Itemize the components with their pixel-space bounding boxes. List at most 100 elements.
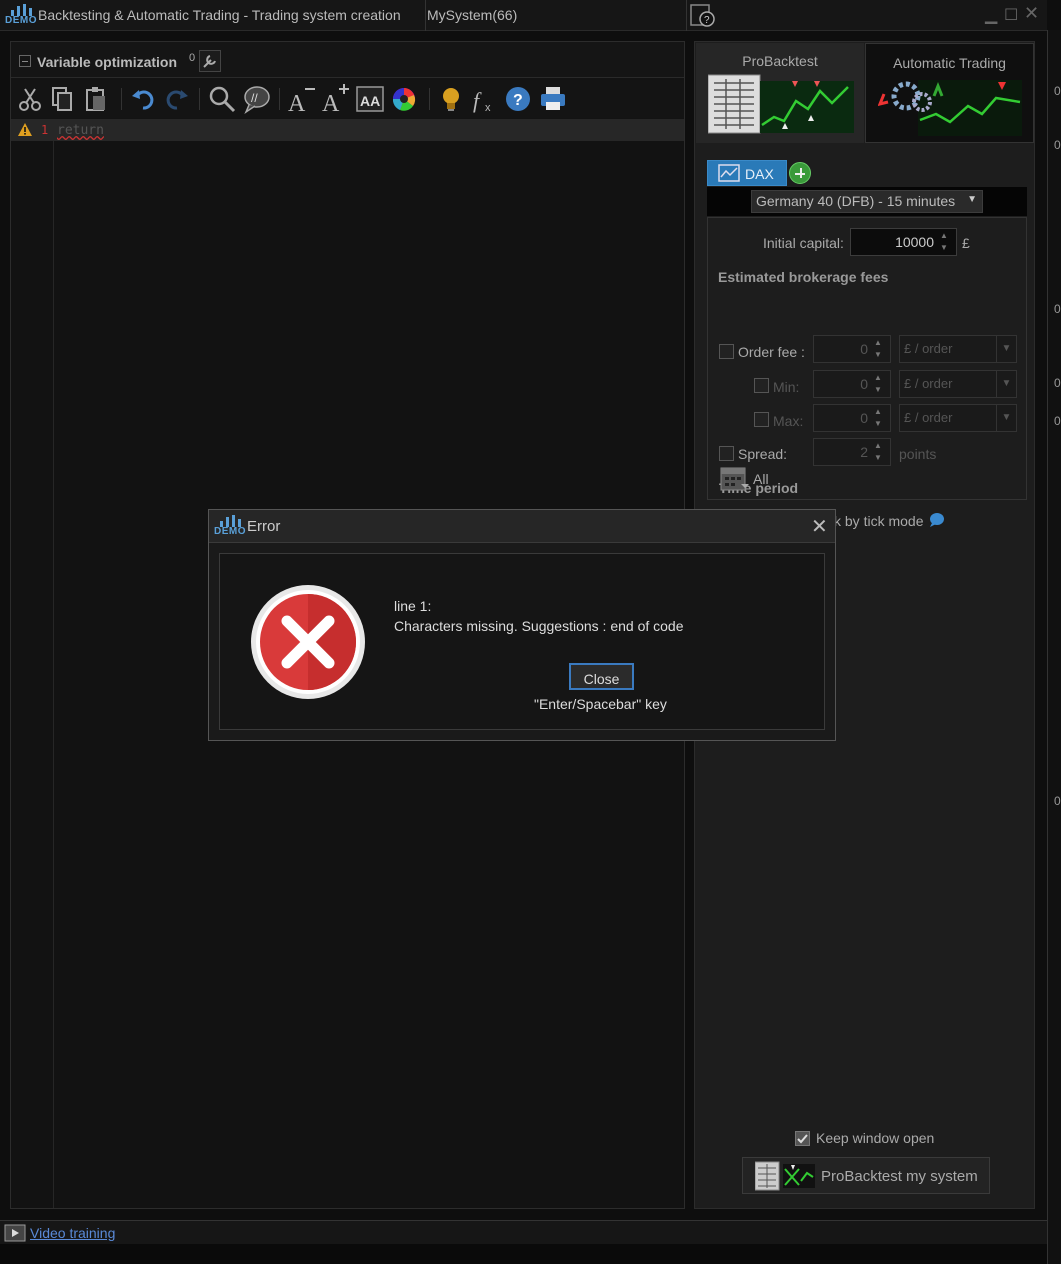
keep-window-open-checkbox[interactable] [795,1131,810,1146]
cut-icon[interactable] [15,84,45,114]
spin-up-icon[interactable]: ▲ [874,338,886,348]
initial-capital-input[interactable]: 10000 ▲ ▼ [850,228,957,256]
redo-icon[interactable] [161,84,191,114]
tab-probacktest[interactable]: ProBacktest [696,43,864,143]
order-fee-value: 0 [860,341,868,357]
min-fee-checkbox[interactable] [754,378,769,393]
spin-down-icon[interactable]: ▼ [874,350,886,360]
spread-checkbox[interactable] [719,446,734,461]
spin-down-icon[interactable]: ▼ [874,419,886,429]
bottom-bar: Video training [0,1220,1047,1244]
close-button[interactable]: Close [569,663,634,690]
search-icon[interactable] [207,84,237,114]
spread-input[interactable]: 2 ▲ ▼ [813,438,891,466]
spin-down-icon[interactable]: ▼ [874,385,886,395]
video-icon [4,1224,26,1242]
spin-up-icon[interactable]: ▲ [874,441,886,451]
svg-text:f: f [473,88,482,113]
min-fee-input[interactable]: 0 ▲ ▼ [813,370,891,398]
undo-icon[interactable] [129,84,159,114]
minimize-icon[interactable]: ▁ [985,5,997,25]
settings-box: Initial capital: 10000 ▲ ▼ £ Estimated b… [707,217,1027,500]
spread-label: Spread: [738,446,788,462]
initial-capital-value: 10000 [895,234,934,250]
chevron-down-icon: ▼ [967,194,977,205]
warning-icon [18,123,32,136]
min-fee-unit: £ / order [904,376,953,391]
collapse-icon[interactable] [19,55,31,67]
spin-up-icon[interactable]: ▲ [940,231,952,241]
probacktest-my-system-label: ProBacktest my system [821,1168,978,1185]
calendar-icon[interactable] [719,464,749,492]
svg-text:A: A [322,91,340,114]
probacktest-my-system-button[interactable]: ProBacktest my system [742,1157,990,1194]
maximize-icon[interactable]: ☐ [1004,5,1018,25]
tab-automatic-trading[interactable]: Automatic Trading [865,43,1034,143]
order-fee-checkbox[interactable] [719,344,734,359]
tab-automatic-trading-label: Automatic Trading [893,55,1006,71]
background-window-strip [0,1244,1047,1264]
spin-up-icon[interactable]: ▲ [874,407,886,417]
spin-down-icon[interactable]: ▼ [874,453,886,463]
info-bubble-icon[interactable] [927,512,945,528]
title-bar: DEMO Backtesting & Automatic Trading - T… [0,0,1047,31]
order-fee-input[interactable]: 0 ▲ ▼ [813,335,891,363]
spin-down-icon[interactable]: ▼ [940,243,952,253]
function-icon[interactable]: fx [469,84,499,114]
editor-toolbar: // A A AA fx ? [11,80,684,118]
wrench-icon [203,55,216,68]
comment-icon[interactable]: // [241,84,271,114]
svg-text://: // [251,91,258,105]
instrument-bar: Germany 40 (DFB) - 15 minutes ▼ [707,187,1027,216]
wrench-button[interactable] [199,50,221,72]
instrument-select[interactable]: Germany 40 (DFB) - 15 minutes ▼ [751,190,983,213]
order-fee-unit: £ / order [904,341,953,356]
probacktest-chart-icon [708,74,854,134]
max-fee-unit-select[interactable]: £ / order ▼ [899,404,1017,432]
min-fee-value: 0 [860,376,868,392]
svg-text:x: x [485,102,491,114]
video-training-link[interactable]: Video training [30,1225,115,1241]
max-fee-input[interactable]: 0 ▲ ▼ [813,404,891,432]
instrument-select-value: Germany 40 (DFB) - 15 minutes [756,193,956,209]
decrease-font-icon[interactable]: A [287,84,317,114]
increase-font-icon[interactable]: A [321,84,351,114]
backtest-run-icon [755,1161,815,1191]
svg-text:A: A [288,91,306,114]
error-dialog-body: line 1: Characters missing. Suggestions … [219,553,825,730]
order-fee-unit-select[interactable]: £ / order ▼ [899,335,1017,363]
lightbulb-icon[interactable] [436,84,466,114]
font-style-icon[interactable]: AA [355,84,385,114]
error-dialog-header: DEMO Error ✕ [209,510,835,543]
key-hint: "Enter/Spacebar" key [534,696,667,712]
error-icon [251,585,365,699]
background-window-edge: 0 0 0 0 0 0 [1047,30,1061,1264]
help-circle-icon[interactable]: ? [503,84,533,114]
max-fee-checkbox[interactable] [754,412,769,427]
close-window-icon[interactable]: ✕ [1024,3,1039,24]
svg-text:?: ? [513,92,523,109]
demo-logo: DEMO [214,515,246,537]
help-icon[interactable]: ? [689,3,717,29]
error-line: line 1: [394,598,432,614]
system-name: MySystem(66) [427,7,518,23]
chart-icon [718,164,740,182]
tick-mode-label: ck by tick mode [827,512,945,529]
chevron-down-icon: ▼ [996,371,1016,397]
order-fee-label: Order fee : [738,344,805,360]
paste-icon[interactable] [81,84,111,114]
code-line[interactable]: 1 return [11,119,684,141]
min-fee-unit-select[interactable]: £ / order ▼ [899,370,1017,398]
add-instrument-button[interactable] [789,162,811,184]
copy-icon[interactable] [47,84,77,114]
code-text[interactable]: return [57,123,104,138]
error-message: Characters missing. Suggestions : end of… [394,618,684,634]
initial-capital-label: Initial capital: [763,235,844,251]
print-icon[interactable] [538,84,568,114]
color-wheel-icon[interactable] [389,84,419,114]
instrument-tab-label: DAX [745,166,774,182]
instrument-tab-dax[interactable]: DAX [707,160,787,186]
close-icon[interactable]: ✕ [811,514,831,538]
spin-up-icon[interactable]: ▲ [874,373,886,383]
min-fee-label: Min: [773,379,800,395]
